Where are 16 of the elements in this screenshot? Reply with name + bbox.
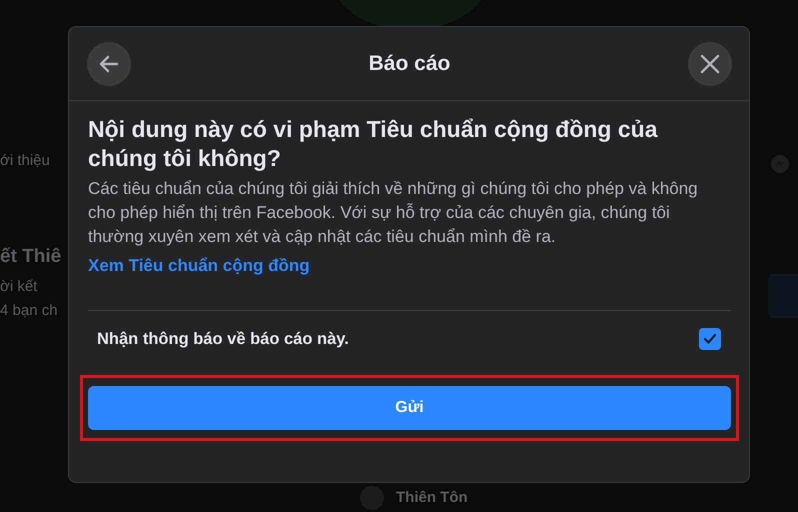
- back-button[interactable]: [87, 42, 131, 86]
- dialog-title: Báo cáo: [368, 52, 450, 76]
- profile-text: ới thiệu: [0, 152, 50, 171]
- profile-title: ết Thiê: [0, 246, 62, 269]
- question-heading: Nội dung này có vi phạm Tiêu chuẩn cộng đồng của chúng tôi không?: [88, 115, 659, 173]
- check-icon: [703, 333, 717, 345]
- close-button[interactable]: [688, 42, 732, 86]
- profile-text: ời kết: [0, 278, 38, 297]
- profile-text: 4 bạn ch: [0, 302, 58, 321]
- community-standards-link[interactable]: Xem Tiêu chuẩn cộng đồng: [88, 256, 310, 276]
- submit-button[interactable]: Gửi: [88, 386, 731, 430]
- user-name: Thiên Tôn: [396, 489, 468, 506]
- description-text: Các tiêu chuẩn của chúng tôi giải thích về những gì chúng tôi cho phép và không cho phép hiển thị trên Facebook. Với sự hỗ trợ của các chuyên gia, chúng tôi thường xuyên xem xét và cập nhật các tiêu chuẩn mình đề ra.: [88, 178, 699, 248]
- notify-label: Nhận thông báo về báo cáo này.: [97, 330, 349, 348]
- notify-checkbox[interactable]: [699, 328, 721, 350]
- close-icon: [700, 54, 720, 74]
